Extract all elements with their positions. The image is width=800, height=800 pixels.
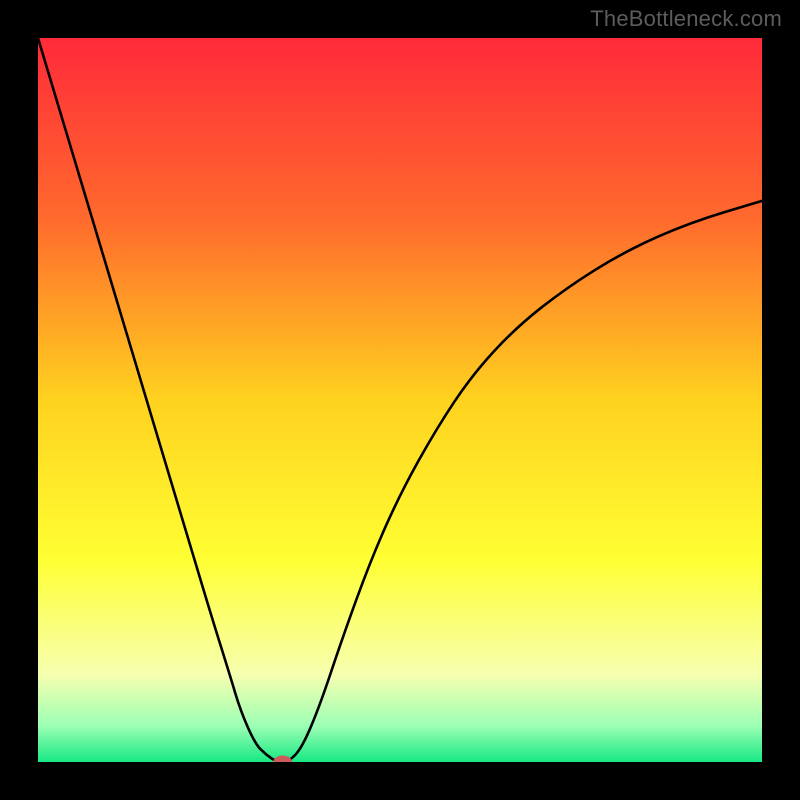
attribution-text: TheBottleneck.com [590,6,782,32]
optimal-marker [38,38,762,762]
chart-frame: TheBottleneck.com [0,0,800,800]
plot-area [38,38,762,762]
